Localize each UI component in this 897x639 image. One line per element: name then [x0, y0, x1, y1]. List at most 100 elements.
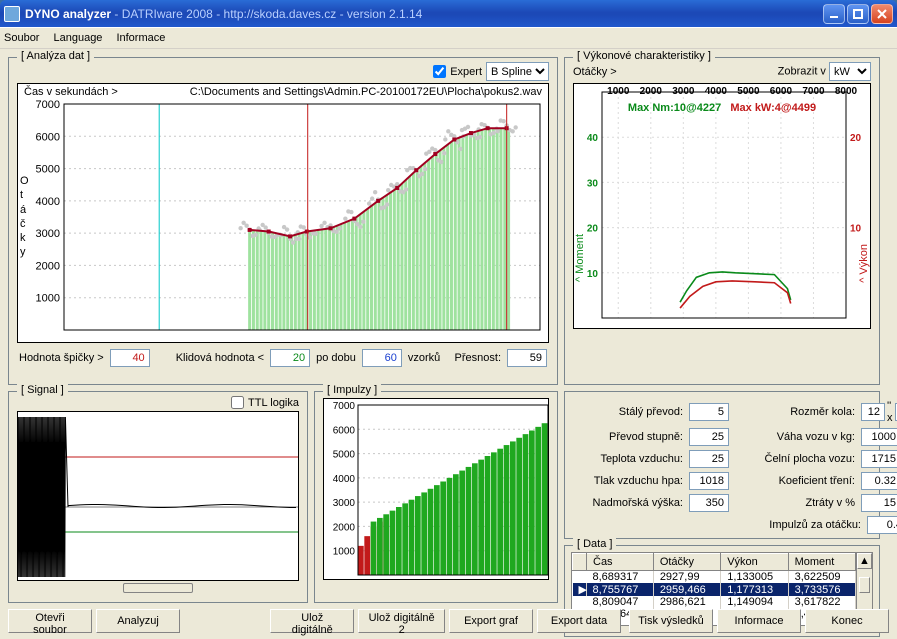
- idle-input[interactable]: [270, 349, 310, 367]
- ttl-checkbox[interactable]: [231, 396, 244, 409]
- precision-label: Přesnost:: [455, 352, 501, 364]
- col-time[interactable]: Čas: [587, 554, 654, 571]
- export-data-button[interactable]: Export data: [537, 609, 621, 633]
- svg-text:20: 20: [850, 133, 862, 144]
- analysis-chart[interactable]: Čas v sekundách > C:\Documents and Setti…: [17, 83, 549, 343]
- data-legend: [ Data ]: [573, 538, 616, 550]
- menu-language[interactable]: Language: [53, 32, 102, 44]
- impulses-chart-svg: 1000200030004000500060007000: [324, 399, 549, 580]
- info-button[interactable]: Informace: [717, 609, 801, 633]
- wheel-rim-input[interactable]: [861, 403, 885, 421]
- close-button[interactable]: [871, 4, 893, 24]
- titlebar: DYNO analyzer - DATRIware 2008 - http://…: [0, 0, 897, 27]
- frontal-area-input[interactable]: [861, 450, 897, 468]
- save-digital-2-button[interactable]: Ulož digitálně 2: [358, 609, 445, 633]
- duration-label: po dobu: [316, 352, 356, 364]
- table-row[interactable]: 8,6893172927,991,1330053,622509: [573, 571, 856, 584]
- pressure-input[interactable]: [689, 472, 729, 490]
- gear-ratio-label: Převod stupně:: [573, 431, 683, 443]
- svg-text:4000: 4000: [36, 196, 60, 208]
- signal-scroll-thumb[interactable]: [123, 583, 193, 593]
- power-legend: [ Výkonové charakteristiky ]: [573, 50, 715, 62]
- signal-chart-svg: [18, 412, 299, 581]
- analysis-footer: Hodnota špičky > Klidová hodnota < po do…: [9, 343, 557, 373]
- samples-label: vzorků: [408, 352, 440, 364]
- expert-checkbox[interactable]: [433, 65, 446, 78]
- svg-text:1000: 1000: [333, 547, 356, 558]
- peak-label: Hodnota špičky >: [19, 352, 104, 364]
- altitude-label: Nadmořská výška:: [573, 497, 683, 509]
- export-graph-button[interactable]: Export graf: [449, 609, 533, 633]
- final-ratio-input[interactable]: [689, 403, 729, 421]
- menu-info[interactable]: Informace: [116, 32, 165, 44]
- app-name: DYNO analyzer: [25, 7, 111, 21]
- save-digital-button[interactable]: Ulož digitálně: [270, 609, 354, 633]
- analysis-group: [ Analýza dat ] Expert B Spline Čas v se…: [8, 57, 558, 385]
- minimize-button[interactable]: [823, 4, 845, 24]
- open-file-button[interactable]: Otevři soubor: [8, 609, 92, 633]
- gear-ratio-input[interactable]: [689, 428, 729, 446]
- parameters-group: Stálý převod: Rozměr kola: '' x / Převod…: [564, 391, 880, 539]
- idle-label: Klidová hodnota <: [176, 352, 264, 364]
- analysis-chart-svg: 1000200030004000500060007000: [18, 84, 549, 340]
- svg-text:2000: 2000: [36, 260, 60, 272]
- expert-checkbox-label[interactable]: Expert: [433, 65, 482, 78]
- impulses-chart[interactable]: 1000200030004000500060007000: [323, 398, 549, 580]
- menubar: Soubor Language Informace: [0, 27, 897, 49]
- col-rpm[interactable]: Otáčky: [653, 554, 720, 571]
- power-chart[interactable]: 1000200030004000500060007000800010203040…: [573, 83, 871, 329]
- print-results-button[interactable]: Tisk výsledků: [629, 609, 713, 633]
- table-row[interactable]: 8,8090472986,6211,1490943,617822: [573, 596, 856, 608]
- signal-chart[interactable]: [17, 411, 299, 581]
- col-torque[interactable]: Moment: [788, 554, 855, 571]
- exit-button[interactable]: Konec: [805, 609, 889, 633]
- power-group: [ Výkonové charakteristiky ] Otáčky > Zo…: [564, 57, 880, 385]
- precision-input[interactable]: [507, 349, 547, 367]
- power-chart-svg: 1000200030004000500060007000800010203040…: [574, 84, 871, 329]
- spline-select[interactable]: B Spline: [486, 62, 549, 81]
- svg-text:7000: 7000: [36, 99, 60, 111]
- table-row[interactable]: ▶8,7557672959,4661,1773133,733576: [573, 583, 856, 596]
- menu-file[interactable]: Soubor: [4, 32, 39, 44]
- peak-input[interactable]: [110, 349, 150, 367]
- svg-text:5000: 5000: [333, 450, 356, 461]
- power-axis-label: ^ Výkon: [858, 244, 870, 283]
- signal-group: [ Signal ] TTL logika: [8, 391, 308, 603]
- pulses-input[interactable]: [867, 516, 897, 534]
- svg-text:30: 30: [587, 178, 599, 189]
- scroll-thumb[interactable]: [859, 577, 870, 593]
- display-in-label: Zobrazit v: [778, 66, 826, 78]
- duration-input[interactable]: [362, 349, 402, 367]
- svg-text:2000: 2000: [333, 522, 356, 533]
- airtemp-label: Teplota vzduchu:: [573, 453, 683, 465]
- bottom-toolbar: Otevři soubor Analyzuj Ulož digitálně Ul…: [8, 609, 889, 635]
- losses-label: Ztráty v %: [745, 497, 855, 509]
- col-power[interactable]: Výkon: [721, 554, 788, 571]
- altitude-input[interactable]: [689, 494, 729, 512]
- svg-text:4000: 4000: [333, 474, 356, 485]
- final-ratio-label: Stálý převod:: [573, 406, 683, 418]
- svg-text:7000: 7000: [333, 401, 356, 412]
- svg-text:6000: 6000: [333, 425, 356, 436]
- signal-legend: [ Signal ]: [17, 384, 68, 396]
- ttl-label: TTL logika: [248, 397, 299, 409]
- power-max-readout: Max Nm:10@4227 Max kW:4@4499: [574, 102, 870, 114]
- friction-input[interactable]: [861, 472, 897, 490]
- wheel-size-label: Rozměr kola:: [745, 406, 855, 418]
- impulses-group: [ Impulzy ] 1000200030004000500060007000: [314, 391, 558, 603]
- svg-text:40: 40: [587, 133, 599, 144]
- scroll-up-icon[interactable]: ▲: [857, 553, 872, 569]
- unit-select[interactable]: kW: [829, 62, 871, 81]
- svg-text:10: 10: [587, 269, 599, 280]
- maximize-button[interactable]: [847, 4, 869, 24]
- losses-input[interactable]: [861, 494, 897, 512]
- svg-text:10: 10: [850, 224, 862, 235]
- pressure-label: Tlak vzduchu hpa:: [573, 475, 683, 487]
- friction-label: Koeficient tření:: [745, 475, 855, 487]
- analyze-button[interactable]: Analyzuj: [96, 609, 180, 633]
- analysis-legend: [ Analýza dat ]: [17, 50, 94, 62]
- airtemp-input[interactable]: [689, 450, 729, 468]
- pulses-label: Impulzů za otáčku:: [769, 519, 861, 531]
- weight-input[interactable]: [861, 428, 897, 446]
- torque-axis-label: ^ Moment: [574, 234, 586, 282]
